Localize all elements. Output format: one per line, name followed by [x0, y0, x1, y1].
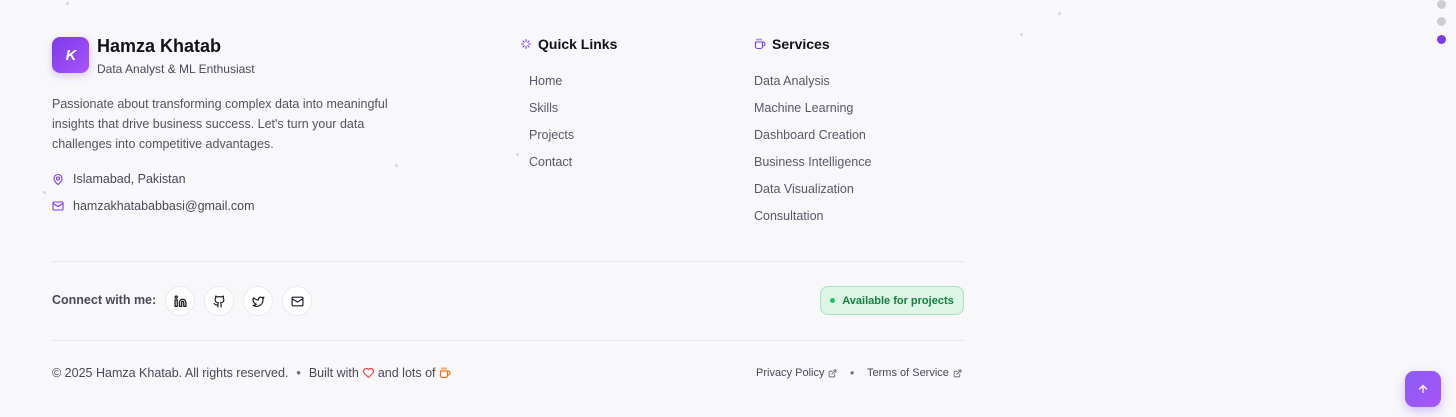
brand-logo[interactable]: K — [52, 37, 89, 73]
quick-link-home[interactable]: Home — [529, 74, 562, 88]
bio-text: Passionate about transforming complex da… — [52, 97, 388, 151]
location-text: Islamabad, Pakistan — [73, 172, 186, 186]
github-button[interactable] — [204, 286, 234, 316]
arrow-up-icon — [1418, 384, 1428, 394]
background-dot — [1020, 33, 1023, 36]
linkedin-button[interactable] — [165, 286, 195, 316]
background-dot — [395, 164, 398, 167]
services-label: Services — [772, 36, 830, 52]
email-button[interactable] — [282, 286, 312, 316]
brand-name: Hamza Khatab — [97, 36, 222, 56]
status-dot — [830, 298, 836, 303]
quick-links-title: Quick Links — [520, 36, 617, 52]
coffee-icon — [754, 38, 766, 50]
terms-of-service-label[interactable]: Terms of Service — [867, 367, 949, 379]
bullet-separator: • — [850, 366, 855, 380]
copyright-text: © 2025 Hamza Khatab. All rights reserved… — [52, 366, 289, 380]
privacy-policy-label[interactable]: Privacy Policy — [756, 367, 824, 379]
brand-text: Hamza Khatab Data Analyst & ML Enthusias… — [97, 36, 255, 76]
bullet-separator: • — [296, 366, 301, 380]
external-link-icon — [829, 369, 837, 377]
section-nav-dot[interactable] — [1437, 0, 1446, 9]
mail-icon — [52, 201, 64, 211]
connect-label: Connect with me: — [52, 293, 157, 307]
service-data-analysis[interactable]: Data Analysis — [754, 74, 830, 88]
heart-icon — [362, 367, 375, 379]
background-dot — [43, 191, 46, 194]
linkedin-icon — [173, 294, 187, 307]
email-text[interactable]: hamzakhatababbasi@gmail.com — [73, 199, 255, 213]
service-machine-learning[interactable]: Machine Learning — [754, 101, 853, 115]
twitter-button[interactable] — [243, 286, 273, 316]
built-with-text: Built with — [308, 366, 359, 380]
background-dot — [66, 2, 69, 5]
service-data-visualization[interactable]: Data Visualization — [754, 182, 854, 196]
external-link-icon — [953, 369, 962, 377]
service-consultation[interactable]: Consultation — [754, 209, 824, 223]
location-line: Islamabad, Pakistan — [52, 172, 186, 186]
quick-link-contact[interactable]: Contact — [529, 155, 572, 169]
service-dashboard-creation[interactable]: Dashboard Creation — [754, 128, 866, 142]
copyright-line: © 2025 Hamza Khatab. All rights reserved… — [52, 366, 454, 380]
availability-text: Available for projects — [842, 294, 954, 307]
map-pin-icon — [53, 173, 63, 185]
background-dot — [1058, 12, 1061, 15]
email-line[interactable]: hamzakhatababbasi@gmail.com — [52, 199, 255, 213]
background-dot — [516, 153, 519, 156]
quick-link-skills[interactable]: Skills — [529, 101, 558, 115]
coffee-icon — [439, 367, 451, 379]
quick-link-projects[interactable]: Projects — [529, 128, 574, 142]
divider — [52, 340, 964, 341]
quick-links-label: Quick Links — [538, 36, 618, 52]
mail-icon — [290, 296, 304, 306]
brand-role: Data Analyst & ML Enthusiast — [97, 62, 255, 76]
services-title: Services — [754, 36, 830, 52]
brand: K Hamza Khatab Data Analyst & ML Enthusi… — [52, 36, 255, 76]
service-business-intelligence[interactable]: Business Intelligence — [754, 155, 871, 169]
section-nav-dot[interactable] — [1437, 17, 1446, 26]
divider — [52, 261, 964, 262]
and-lots-of-text: and lots of — [377, 366, 436, 380]
scroll-to-top-button[interactable] — [1405, 371, 1441, 407]
availability-badge: Available for projects — [820, 286, 964, 315]
twitter-icon — [251, 296, 265, 307]
github-icon — [212, 294, 224, 308]
terms-of-service-link[interactable]: Terms of Service — [867, 367, 962, 379]
sparkles-icon — [520, 38, 532, 50]
section-nav-dot-active[interactable] — [1437, 35, 1446, 44]
privacy-policy-link[interactable]: Privacy Policy — [756, 367, 837, 379]
